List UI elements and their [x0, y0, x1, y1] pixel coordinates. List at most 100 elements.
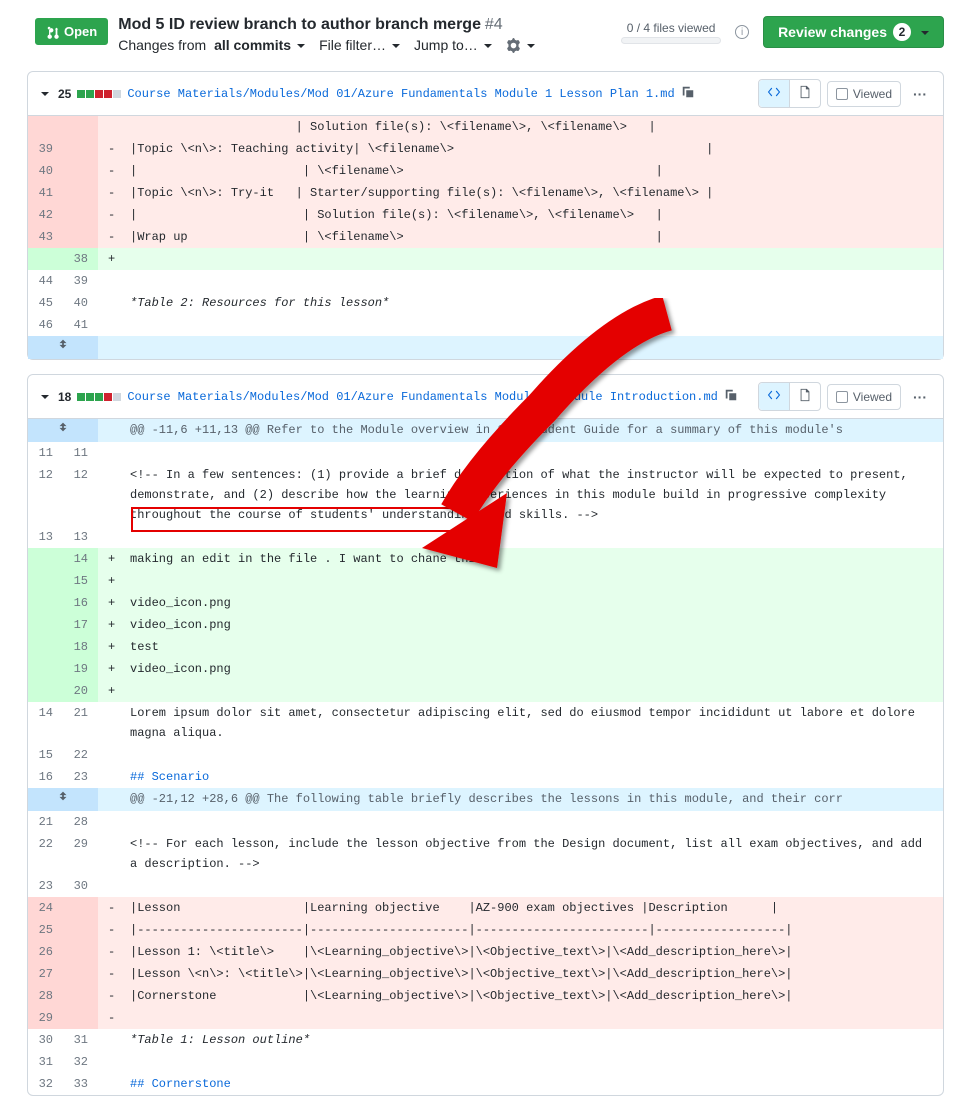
old-line-num[interactable]: 22 [28, 833, 63, 875]
old-line-num[interactable] [28, 248, 63, 270]
viewed-checkbox[interactable]: Viewed [827, 384, 901, 410]
changes-from-dropdown[interactable]: Changes from all commits [118, 37, 305, 53]
new-line-num[interactable]: 28 [63, 811, 98, 833]
diff-view-toggle[interactable] [758, 79, 821, 108]
old-line-num[interactable]: 43 [28, 226, 63, 248]
file-menu-button[interactable]: ··· [907, 385, 933, 409]
old-line-num[interactable]: 42 [28, 204, 63, 226]
expand-icon[interactable] [28, 419, 98, 442]
old-line-num[interactable] [28, 680, 63, 702]
new-line-num[interactable] [63, 160, 98, 182]
old-line-num[interactable] [28, 658, 63, 680]
diff-stat-bar [77, 90, 121, 98]
new-line-num[interactable]: 30 [63, 875, 98, 897]
new-line-num[interactable]: 17 [63, 614, 98, 636]
new-line-num[interactable]: 31 [63, 1029, 98, 1051]
new-line-num[interactable]: 16 [63, 592, 98, 614]
old-line-num[interactable]: 23 [28, 875, 63, 897]
old-line-num[interactable] [28, 592, 63, 614]
diff-line: 16+video_icon.png [28, 592, 943, 614]
old-line-num[interactable]: 24 [28, 897, 63, 919]
expand-row[interactable] [28, 336, 943, 359]
diff-view-toggle[interactable] [758, 382, 821, 411]
old-line-num[interactable]: 13 [28, 526, 63, 548]
old-line-num[interactable]: 40 [28, 160, 63, 182]
new-line-num[interactable]: 32 [63, 1051, 98, 1073]
viewed-checkbox[interactable]: Viewed [827, 81, 901, 107]
new-line-num[interactable] [63, 963, 98, 985]
old-line-num[interactable]: 31 [28, 1051, 63, 1073]
new-line-num[interactable]: 20 [63, 680, 98, 702]
new-line-num[interactable]: 19 [63, 658, 98, 680]
old-line-num[interactable]: 44 [28, 270, 63, 292]
old-line-num[interactable]: 14 [28, 702, 63, 744]
review-changes-button[interactable]: Review changes 2 [763, 16, 944, 48]
new-line-num[interactable]: 13 [63, 526, 98, 548]
new-line-num[interactable] [63, 226, 98, 248]
diff-settings-dropdown[interactable] [506, 37, 535, 53]
old-line-num[interactable] [28, 614, 63, 636]
old-line-num[interactable] [28, 548, 63, 570]
old-line-num[interactable]: 32 [28, 1073, 63, 1095]
new-line-num[interactable] [63, 919, 98, 941]
source-view-button[interactable] [759, 80, 790, 107]
old-line-num[interactable]: 25 [28, 919, 63, 941]
old-line-num[interactable]: 15 [28, 744, 63, 766]
old-line-num[interactable] [28, 570, 63, 592]
file-collapse-toggle[interactable] [38, 389, 52, 405]
new-line-num[interactable]: 21 [63, 702, 98, 744]
old-line-num[interactable]: 12 [28, 464, 63, 526]
new-line-num[interactable]: 29 [63, 833, 98, 875]
info-icon[interactable]: i [735, 25, 749, 39]
new-line-num[interactable] [63, 985, 98, 1007]
old-line-num[interactable]: 26 [28, 941, 63, 963]
new-line-num[interactable]: 38 [63, 248, 98, 270]
new-line-num[interactable]: 33 [63, 1073, 98, 1095]
new-line-num[interactable] [63, 1007, 98, 1029]
new-line-num[interactable]: 11 [63, 442, 98, 464]
rendered-view-button[interactable] [790, 80, 820, 107]
file-menu-button[interactable]: ··· [907, 82, 933, 106]
pr-state-badge: Open [35, 18, 108, 45]
new-line-num[interactable]: 41 [63, 314, 98, 336]
expand-icon[interactable] [28, 788, 98, 811]
new-line-num[interactable] [63, 204, 98, 226]
new-line-num[interactable] [63, 138, 98, 160]
file-collapse-toggle[interactable] [38, 86, 52, 102]
diff-line: 25-|-----------------------|------------… [28, 919, 943, 941]
new-line-num[interactable] [63, 116, 98, 138]
jump-to-dropdown[interactable]: Jump to… [414, 37, 492, 53]
old-line-num[interactable]: 11 [28, 442, 63, 464]
old-line-num[interactable]: 30 [28, 1029, 63, 1051]
new-line-num[interactable]: 22 [63, 744, 98, 766]
new-line-num[interactable]: 12 [63, 464, 98, 526]
new-line-num[interactable]: 39 [63, 270, 98, 292]
old-line-num[interactable]: 41 [28, 182, 63, 204]
old-line-num[interactable]: 39 [28, 138, 63, 160]
file-path[interactable]: Course Materials/Modules/Mod 01/Azure Fu… [127, 87, 674, 101]
old-line-num[interactable]: 28 [28, 985, 63, 1007]
new-line-num[interactable]: 14 [63, 548, 98, 570]
source-view-button[interactable] [759, 383, 790, 410]
copy-path-icon[interactable] [724, 388, 738, 405]
new-line-num[interactable]: 15 [63, 570, 98, 592]
old-line-num[interactable]: 29 [28, 1007, 63, 1029]
new-line-num[interactable]: 23 [63, 766, 98, 788]
new-line-num[interactable] [63, 182, 98, 204]
copy-path-icon[interactable] [681, 85, 695, 102]
old-line-num[interactable]: 46 [28, 314, 63, 336]
new-line-num[interactable]: 18 [63, 636, 98, 658]
old-line-num[interactable]: 21 [28, 811, 63, 833]
file-filter-dropdown[interactable]: File filter… [319, 37, 400, 53]
rendered-view-button[interactable] [790, 383, 820, 410]
old-line-num[interactable]: 27 [28, 963, 63, 985]
new-line-num[interactable] [63, 941, 98, 963]
new-line-num[interactable]: 40 [63, 292, 98, 314]
new-line-num[interactable] [63, 897, 98, 919]
old-line-num[interactable] [28, 116, 63, 138]
file-path[interactable]: Course Materials/Modules/Mod 01/Azure Fu… [127, 390, 718, 404]
old-line-num[interactable]: 45 [28, 292, 63, 314]
old-line-num[interactable] [28, 636, 63, 658]
diff-line: 3132 [28, 1051, 943, 1073]
old-line-num[interactable]: 16 [28, 766, 63, 788]
